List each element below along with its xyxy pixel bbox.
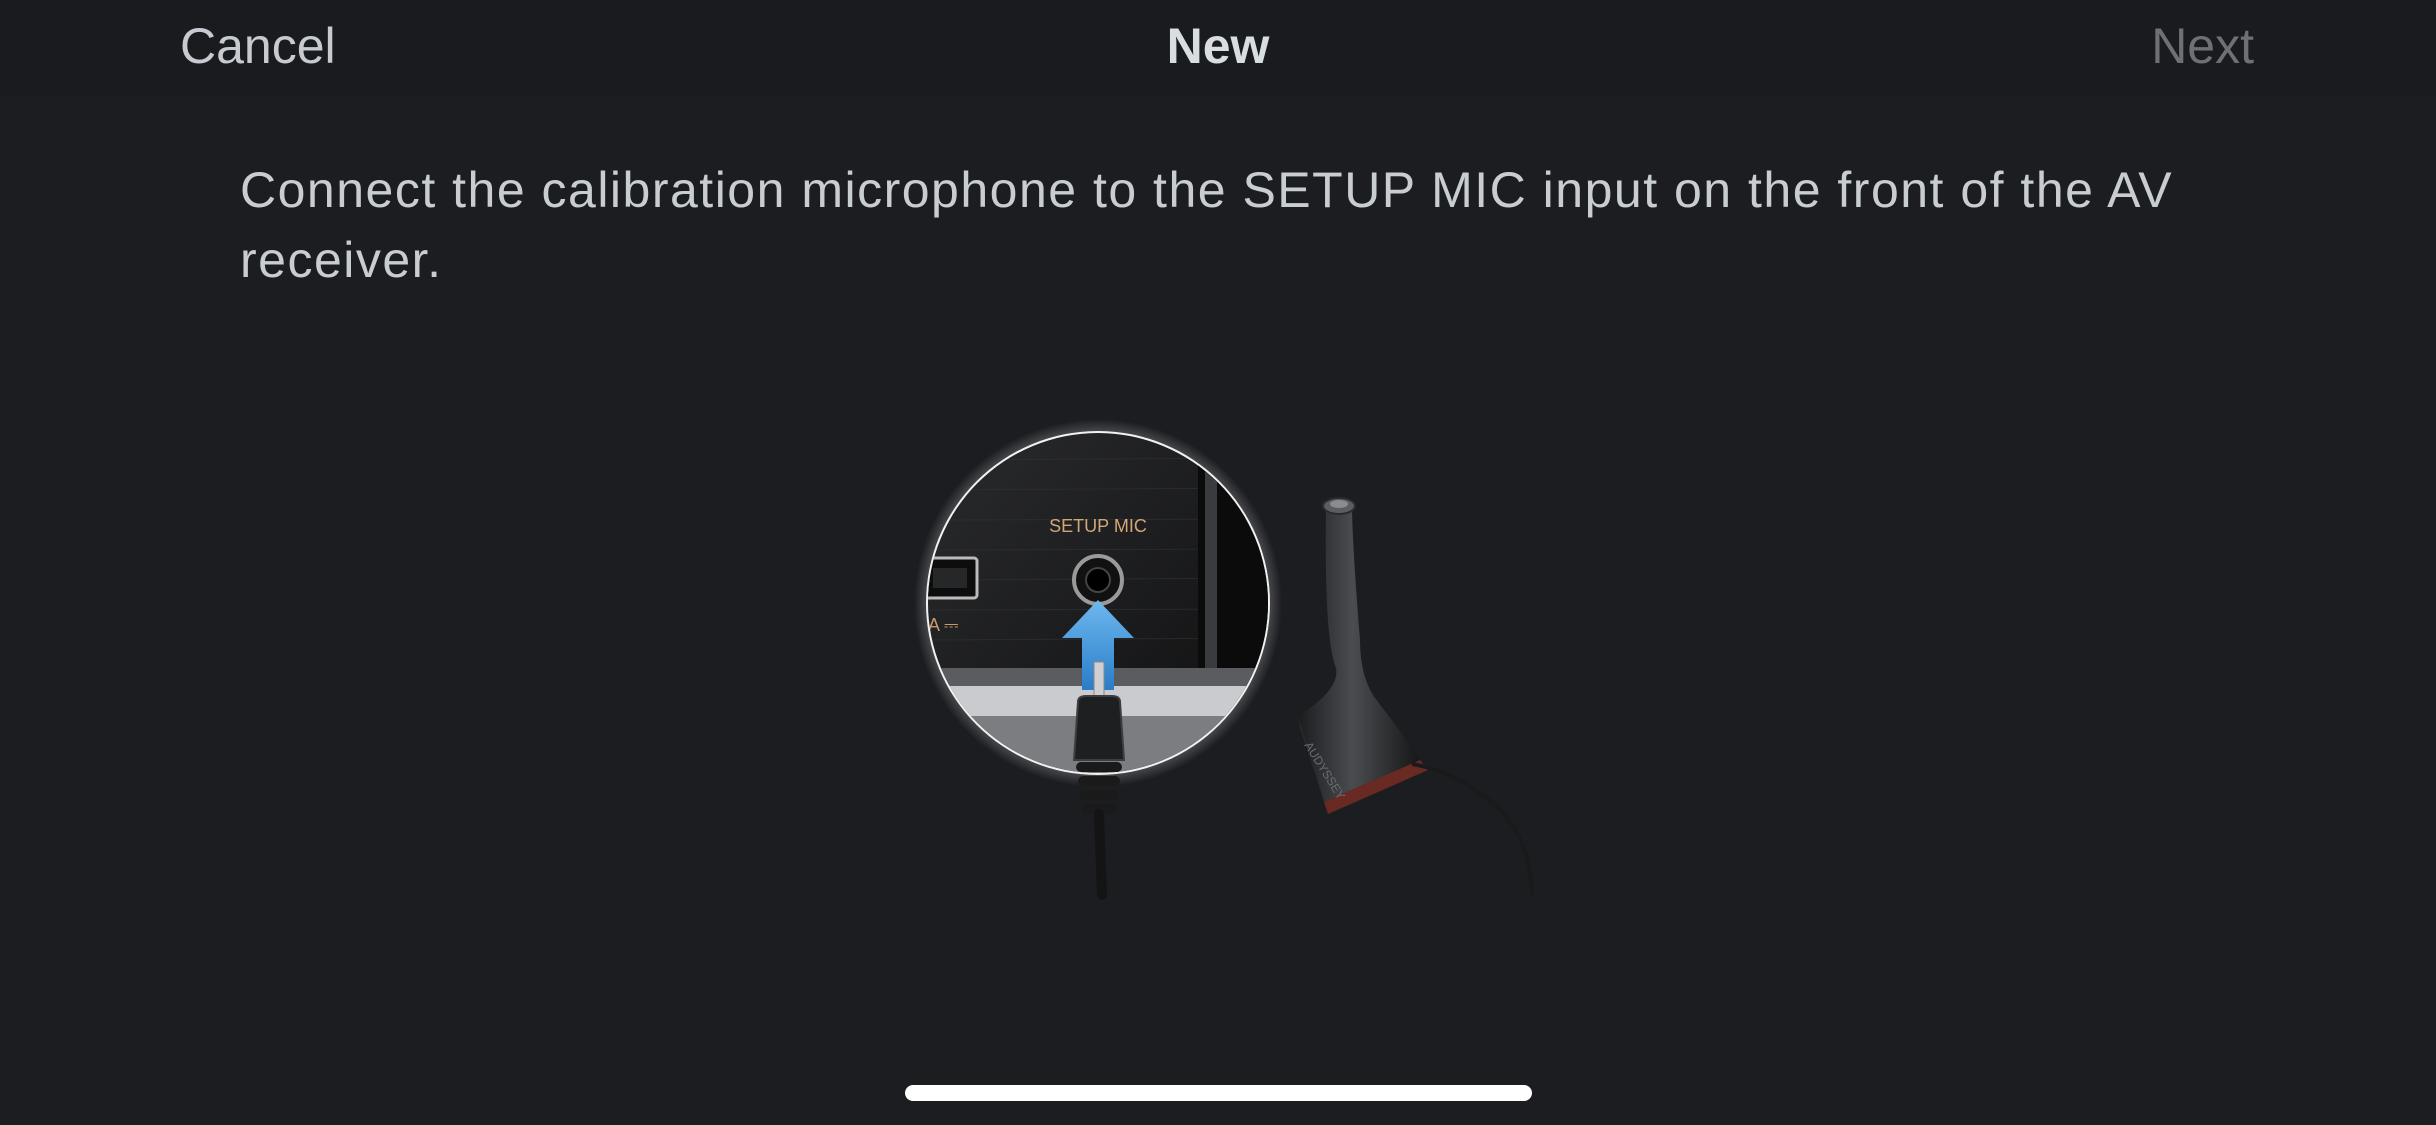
setup-mic-label: SETUP MIC [1049,516,1147,536]
instruction-text: Connect the calibration microphone to th… [240,162,2174,288]
navigation-bar: Cancel New Next [0,0,2436,95]
mic-plug [1072,661,1126,900]
mic-connection-illustration: A ⎓ SETUP MIC AUDYSSEY [914,419,1534,900]
page-title: New [1166,18,1270,74]
home-indicator[interactable] [905,1085,1532,1101]
calibration-microphone: AUDYSSEY [1298,497,1534,896]
svg-text:A ⎓: A ⎓ [928,615,958,635]
next-button[interactable]: Next [2151,16,2254,76]
cancel-button[interactable]: Cancel [180,16,336,76]
